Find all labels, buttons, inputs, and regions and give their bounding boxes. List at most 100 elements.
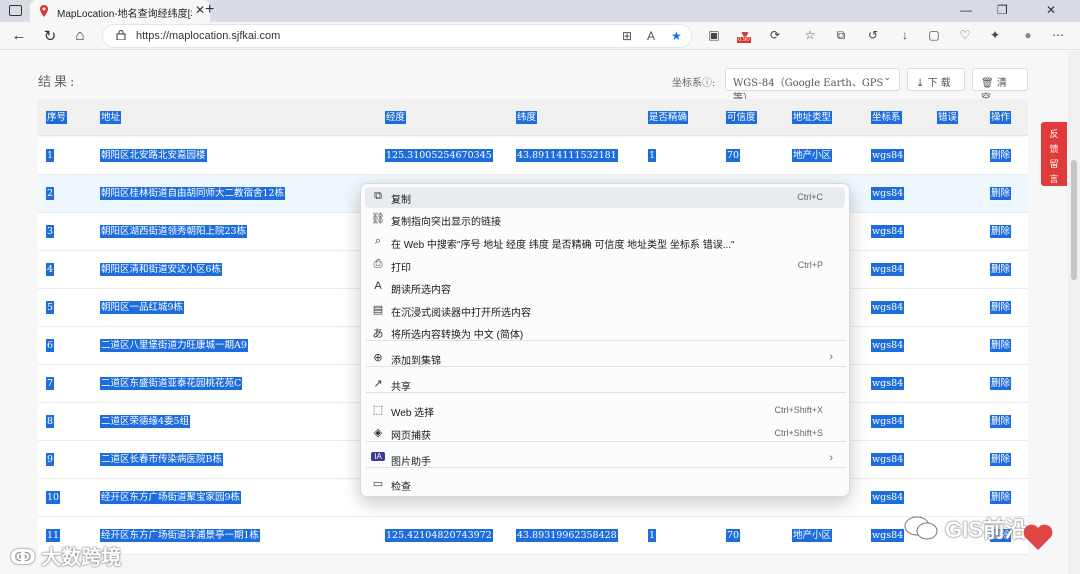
header-index[interactable]: 序号 (46, 111, 68, 124)
downloads-icon[interactable]: ↓ (897, 28, 913, 42)
context-menu-shortcut: Ctrl+C (797, 192, 823, 202)
history-icon[interactable]: ↺ (865, 28, 881, 42)
context-menu-label: 复制指向突出显示的链接 (391, 217, 501, 228)
cell-precise: 1 (648, 529, 657, 542)
context-menu-separator (366, 366, 846, 367)
refresh-icon[interactable]: ↻ (41, 27, 59, 45)
copy-icon: ⧉ (374, 190, 382, 202)
cell-index: 1 (46, 149, 55, 162)
tab-actions-icon[interactable] (9, 5, 22, 16)
cell-coord-system: wgs84 (871, 301, 905, 314)
result-label: 结果: (38, 75, 78, 90)
header-confidence[interactable]: 可信度 (726, 111, 757, 124)
context-menu-label: Web 选择 (391, 408, 435, 419)
header-latitude[interactable]: 纬度 (516, 111, 538, 124)
context-menu-label: 在 Web 中搜索"序号 地址 经度 纬度 是否精确 可信度 地址类型 坐标系 … (391, 240, 735, 251)
delete-link[interactable]: 删除 (990, 149, 1012, 162)
delete-link[interactable]: 删除 (990, 225, 1012, 238)
extension-icon[interactable]: ▣ (706, 28, 722, 42)
cell-index: 10 (46, 491, 61, 504)
minimize-icon[interactable]: — (960, 3, 972, 17)
url-field[interactable]: https://maplocation.sjfkai.com ⊞ A ★ (102, 24, 692, 48)
header-longitude[interactable]: 经度 (385, 111, 407, 124)
table-header: 序号 地址 经度 纬度 是否精确 可信度 地址类型 坐标系 错误 操作 (38, 99, 1028, 136)
header-error[interactable]: 错误 (937, 111, 959, 124)
delete-link[interactable]: 删除 (990, 263, 1012, 276)
cell-coord-system: wgs84 (871, 529, 905, 542)
tab-title: MapLocation-地名查询经纬度[地 (57, 9, 192, 20)
extensions-icon[interactable]: ✦ (987, 28, 1003, 42)
clear-button[interactable]: 🗑︎ 清 空 (972, 68, 1028, 104)
cell-coord-system: wgs84 (871, 453, 905, 466)
cell-index: 9 (46, 453, 55, 466)
cell-latitude: 43.89319962358428 (516, 529, 618, 542)
favorites-icon[interactable]: ☆ (802, 28, 818, 42)
inspect-icon: ▭ (372, 478, 384, 490)
cell-address-type: 地产小区 (792, 529, 833, 542)
extension-icon-2[interactable]: ⟳ (767, 28, 783, 42)
new-tab-button[interactable]: + (205, 1, 214, 19)
context-menu-item[interactable]: A 朗读所选内容 (365, 277, 845, 298)
wechat-icon: ↂ (10, 547, 42, 569)
screenshot-icon[interactable]: ▢ (926, 28, 942, 42)
performance-icon[interactable]: ♡ (957, 28, 973, 42)
url-text: https://maplocation.sjfkai.com (136, 30, 281, 42)
context-menu-item[interactable]: ⬚ Web 选择 Ctrl+Shift+X (365, 400, 845, 421)
cell-address-type: 地产小区 (792, 149, 833, 162)
context-menu-item[interactable]: ▭ 检查 (365, 474, 845, 495)
context-menu-item[interactable]: ⎙ 打印 Ctrl+P (365, 255, 845, 276)
collections-icon[interactable]: ⧉ (833, 28, 849, 43)
download-button[interactable]: ⤓ 下 载 (907, 68, 965, 91)
scrollbar[interactable] (1068, 51, 1080, 574)
header-coord-system[interactable]: 坐标系 (871, 111, 902, 124)
web-capture-icon: ◈ (373, 427, 383, 439)
delete-link[interactable]: 删除 (990, 453, 1012, 466)
tab-close-icon[interactable]: ✕ (195, 3, 205, 17)
favorite-star-icon[interactable]: ★ (671, 29, 682, 43)
web-select-icon: ⬚ (372, 404, 384, 416)
delete-link[interactable]: 删除 (990, 187, 1012, 200)
read-aloud-icon[interactable]: A (647, 29, 655, 43)
restore-icon[interactable]: ❐ (997, 3, 1008, 17)
delete-link[interactable]: 删除 (990, 415, 1012, 428)
context-menu-item[interactable]: ▤ 在沉浸式阅读器中打开所选内容 (365, 300, 845, 321)
delete-link[interactable]: 删除 (990, 491, 1012, 504)
cell-longitude: 125.31005254670345 (385, 149, 493, 162)
map-pin-icon (40, 5, 48, 17)
app-available-icon[interactable]: ⊞ (622, 29, 632, 43)
context-menu-item[interactable]: ⛓ 复制指向突出显示的链接 (365, 209, 845, 230)
header-action[interactable]: 操作 (990, 111, 1012, 124)
context-menu-label: 将所选内容转换为 中文 (简体) (391, 330, 524, 341)
delete-link[interactable]: 删除 (990, 377, 1012, 390)
delete-link[interactable]: 删除 (990, 339, 1012, 352)
context-menu-item[interactable]: ⧉ 复制 Ctrl+C (365, 187, 845, 208)
table-row: 11 经开区东方广场街道洋浦景亭一期1栋 125.42104820743972 43.… (38, 517, 1028, 555)
chevron-right-icon: › (829, 351, 833, 363)
cell-coord-system: wgs84 (871, 149, 905, 162)
more-options-icon[interactable]: ⋯ (1050, 28, 1066, 42)
cell-address: 经开区东方广场街道洋浦景亭一期1栋 (100, 529, 261, 542)
back-icon[interactable]: ← (10, 27, 28, 44)
coord-system-select[interactable]: WGS-84（Google Earth、GPS等） ⌄ (725, 68, 900, 104)
heart-icon (1021, 520, 1055, 554)
delete-link[interactable]: 删除 (990, 301, 1012, 314)
feedback-button[interactable]: 反馈留言 (1041, 122, 1067, 186)
context-menu-separator (366, 340, 846, 341)
profile-avatar-icon[interactable]: ● (1020, 28, 1036, 42)
cell-index: 8 (46, 415, 55, 428)
scrollbar-thumb[interactable] (1071, 160, 1077, 280)
cell-address: 二道区东盛街道亚泰花园桃花苑C (100, 377, 243, 390)
close-window-icon[interactable]: ✕ (1046, 3, 1056, 17)
header-precise[interactable]: 是否精确 (648, 111, 689, 124)
cell-address: 二道区荣德缘4委5组 (100, 415, 191, 428)
home-icon[interactable]: ⌂ (71, 27, 89, 44)
translate-icon: あ (372, 328, 384, 340)
context-menu-item[interactable]: ⌕ 在 Web 中搜索"序号 地址 经度 纬度 是否精确 可信度 地址类型 坐标系… (365, 232, 845, 253)
print-icon: ⎙ (373, 258, 383, 270)
context-menu-label: 共享 (391, 382, 411, 393)
cell-address: 朝阳区清和街道安达小区6栋 (100, 263, 223, 276)
tab-active[interactable]: MapLocation-地名查询经纬度[地 ✕ (30, 0, 210, 22)
header-address[interactable]: 地址 (100, 111, 122, 124)
context-menu-separator (366, 441, 846, 442)
header-address-type[interactable]: 地址类型 (792, 111, 833, 124)
